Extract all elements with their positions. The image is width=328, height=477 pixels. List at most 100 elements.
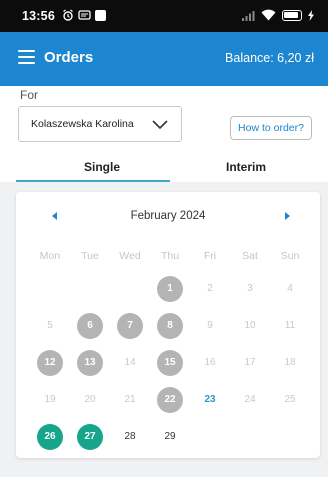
calendar-day: 15	[150, 344, 190, 381]
person-select-value: Kolaszewska Karolina	[31, 118, 134, 130]
calendar-week-row: 1 2 3 4	[30, 270, 310, 307]
calendar-day: 13	[70, 344, 110, 381]
calendar-weekday-header: Mon Tue Wed Thu Fri Sat Sun	[30, 250, 310, 262]
calendar: February 2024 Mon Tue Wed Thu Fri Sat Sun 1234…	[16, 192, 320, 458]
calendar-day[interactable]: 29	[150, 418, 190, 455]
calendar-day-number: 18	[284, 357, 296, 368]
weekday-label: Sun	[280, 250, 300, 262]
calendar-day-number: 5	[47, 320, 53, 331]
calendar-day-number: 23	[204, 394, 216, 405]
calendar-day[interactable]: 28	[110, 418, 150, 455]
status-notification-icons	[62, 9, 106, 21]
page-title: Orders	[44, 49, 94, 66]
calendar-day-number: 8	[157, 312, 183, 339]
calendar-day-number: 6	[77, 312, 103, 339]
calendar-day: 2	[190, 270, 230, 307]
calendar-day: 12	[30, 344, 70, 381]
calendar-day: 22	[150, 381, 190, 418]
tab-indicator	[16, 180, 170, 182]
calendar-day-number: 24	[244, 394, 256, 405]
calendar-day-number: 27	[77, 423, 103, 450]
tab-interim[interactable]: Interim	[226, 160, 266, 174]
how-to-order-button[interactable]: How to order?	[230, 116, 312, 140]
charging-icon	[308, 9, 314, 21]
weekday-label: Mon	[39, 250, 61, 262]
wifi-icon	[261, 9, 276, 21]
calendar-day-number: 11	[284, 320, 296, 331]
calendar-day-number: 9	[207, 320, 213, 331]
calendar-day-number: 15	[157, 349, 183, 376]
calendar-day: 17	[230, 344, 270, 381]
calendar-day[interactable]: 26	[30, 418, 70, 455]
calendar-week-row: 5 6 7 8 9 10 11	[30, 307, 310, 344]
calendar-day-number: 28	[124, 431, 136, 442]
calendar-day-number: 21	[124, 394, 136, 405]
calendar-week-row: 19 20 21 22 23 24 25	[30, 381, 310, 418]
person-select[interactable]: Kolaszewska Karolina	[18, 106, 182, 142]
calendar-empty-cell	[110, 270, 150, 307]
page-bottom	[0, 470, 328, 477]
calendar-empty-cell	[70, 270, 110, 307]
signal-icon	[242, 10, 255, 21]
calendar-week-row: 12 13 14 15 16 17 18	[30, 344, 310, 381]
next-month-icon[interactable]	[285, 212, 290, 220]
calendar-day-number: 2	[207, 283, 213, 294]
calendar-day: 19	[30, 381, 70, 418]
calendar-day-number: 3	[247, 283, 253, 294]
calendar-day: 25	[270, 381, 310, 418]
order-type-tabs: Single Interim	[0, 152, 328, 182]
status-bar: 13:56	[0, 0, 328, 32]
calendar-day-number: 19	[44, 394, 56, 405]
calendar-day: 9	[190, 307, 230, 344]
tab-single[interactable]: Single	[84, 160, 120, 174]
calendar-day-number: 12	[37, 349, 63, 376]
status-system-icons	[241, 9, 314, 21]
app-notification-icon	[95, 9, 106, 21]
chevron-down-icon	[152, 120, 168, 130]
calendar-empty-cell	[30, 270, 70, 307]
calendar-day-number: 17	[244, 357, 256, 368]
calendar-day-number: 1	[157, 275, 183, 302]
weekday-label: Thu	[160, 250, 180, 262]
calendar-day: 5	[30, 307, 70, 344]
calendar-day-number: 29	[164, 431, 176, 442]
calendar-day[interactable]: 27	[70, 418, 110, 455]
calendar-day: 1	[150, 270, 190, 307]
balance-label: Balance: 6,20 zł	[225, 51, 314, 65]
weekday-label: Fri	[203, 250, 217, 262]
calendar-day: 16	[190, 344, 230, 381]
calendar-day: 21	[110, 381, 150, 418]
status-time: 13:56	[22, 9, 55, 23]
calendar-day-number: 22	[157, 386, 183, 413]
calendar-day: 11	[270, 307, 310, 344]
for-label: For	[20, 88, 38, 102]
calendar-day-number: 10	[244, 320, 256, 331]
calendar-day[interactable]: 23	[190, 381, 230, 418]
calendar-day-number: 13	[77, 349, 103, 376]
menu-icon[interactable]	[18, 50, 35, 64]
calendar-day: 10	[230, 307, 270, 344]
app-bar: Orders Balance: 6,20 zł	[0, 32, 328, 86]
weekday-label: Wed	[119, 250, 141, 262]
calendar-day-number: 26	[37, 423, 63, 450]
calendar-day-number: 14	[124, 357, 136, 368]
calendar-day: 18	[270, 344, 310, 381]
weekday-label: Tue	[81, 250, 99, 262]
weekday-label: Sat	[242, 250, 258, 262]
calendar-empty-cell	[270, 418, 310, 455]
calendar-day: 7	[110, 307, 150, 344]
calendar-day: 24	[230, 381, 270, 418]
calendar-day-number: 25	[284, 394, 296, 405]
calendar-day-number: 7	[117, 312, 143, 339]
calendar-day: 20	[70, 381, 110, 418]
calendar-empty-cell	[230, 418, 270, 455]
calendar-day: 8	[150, 307, 190, 344]
calendar-day-number: 16	[204, 357, 216, 368]
calendar-day-number: 4	[287, 283, 293, 294]
calendar-day: 3	[230, 270, 270, 307]
message-icon	[78, 9, 91, 20]
calendar-day-number: 20	[84, 394, 96, 405]
alarm-icon	[63, 9, 73, 21]
calendar-week-row: 26 27 28 29	[30, 418, 310, 455]
calendar-month-title: February 2024	[130, 210, 206, 222]
